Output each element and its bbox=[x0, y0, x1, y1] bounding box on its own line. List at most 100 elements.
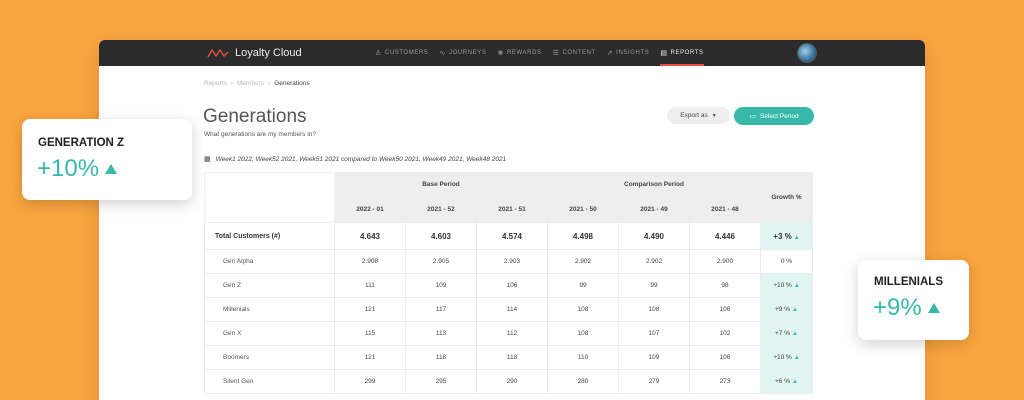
document-icon: ☰ bbox=[552, 50, 560, 57]
breadcrumb-reports[interactable]: Reports bbox=[204, 80, 227, 87]
table-cell: 110 bbox=[547, 345, 619, 370]
table-row: Millenials 121 117 114 108 108 106 +9 % ▲ bbox=[204, 297, 813, 322]
card-value: +10% bbox=[37, 155, 118, 183]
row-label: Gen Z bbox=[204, 273, 335, 298]
column-header[interactable]: 2021 - 52 bbox=[405, 196, 477, 223]
table-cell: 113 bbox=[405, 321, 477, 346]
column-header[interactable]: 2021 - 49 bbox=[618, 196, 690, 223]
up-arrow-icon: ▲ bbox=[792, 379, 798, 385]
caret-down-icon: ▼ bbox=[711, 112, 717, 119]
nav-item-content[interactable]: ☰ CONTENT bbox=[553, 40, 596, 66]
export-label: Export as bbox=[680, 112, 708, 119]
table-cell: 118 bbox=[405, 345, 477, 370]
column-header[interactable]: 2021 - 48 bbox=[689, 196, 761, 223]
growth-cell: +3 % ▲ bbox=[760, 222, 813, 250]
period-text: Week1 2022, Week52 2021, Week51 2021 com… bbox=[215, 155, 507, 163]
period-description: ▦ Week1 2022, Week52 2021, Week51 2021 c… bbox=[204, 155, 507, 164]
table-cell: 109 bbox=[618, 345, 690, 370]
growth-value: +6 % bbox=[775, 378, 791, 385]
breadcrumb: Reports › Members › Generations bbox=[204, 80, 310, 87]
growth-cell: +10 % ▲ bbox=[760, 273, 813, 298]
main-nav: ♙ CUSTOMERS ∿ JOURNEYS ❀ REWARDS ☰ CONTENT ↗ INSI… bbox=[375, 40, 704, 66]
growth-cell: 0 % bbox=[760, 249, 813, 274]
card-value-text: +9% bbox=[873, 294, 922, 321]
select-period-button[interactable]: ▭ Select Period bbox=[734, 107, 814, 125]
comparison-period-header: Comparison Period bbox=[547, 172, 761, 197]
table-cell: 99 bbox=[547, 273, 619, 298]
nav-item-insights[interactable]: ↗ INSIGHTS bbox=[607, 40, 650, 66]
table-row: Gen X 115 113 112 108 107 102 +7 % ▲ bbox=[204, 321, 813, 346]
nav-item-rewards[interactable]: ❀ REWARDS bbox=[497, 40, 541, 66]
table-cell: 290 bbox=[476, 369, 548, 394]
nav-item-reports[interactable]: ▤ REPORTS bbox=[660, 40, 704, 66]
card-value-text: +10% bbox=[37, 155, 100, 182]
up-arrow-icon: ▲ bbox=[792, 307, 798, 313]
table-cell: 114 bbox=[476, 297, 548, 322]
table-cell: 106 bbox=[689, 297, 761, 322]
table-cell: 273 bbox=[689, 369, 761, 394]
top-bar: Loyalty Cloud ♙ CUSTOMERS ∿ JOURNEYS ❀ REWARD… bbox=[99, 40, 925, 66]
row-label: Gen Alpha bbox=[204, 249, 335, 274]
table-cell: 4.603 bbox=[405, 222, 477, 250]
table-cell: 2.900 bbox=[689, 249, 761, 274]
growth-header: Growth % bbox=[760, 172, 813, 223]
export-button[interactable]: Export as ▼ bbox=[667, 107, 730, 124]
nav-item-label: REWARDS bbox=[506, 50, 542, 56]
up-arrow-icon: ▲ bbox=[793, 283, 800, 289]
nav-item-journeys[interactable]: ∿ JOURNEYS bbox=[440, 40, 487, 66]
table-cell: 99 bbox=[618, 273, 690, 298]
table-cell: 118 bbox=[476, 345, 548, 370]
table-cell: 107 bbox=[618, 321, 690, 346]
table-cell: 98 bbox=[689, 273, 761, 298]
table-row: Gen Z 111 109 106 99 99 98 +10 % ▲ bbox=[204, 273, 813, 298]
growth-cell: +7 % ▲ bbox=[760, 321, 813, 346]
main-content: Reports › Members › Generations Generati… bbox=[99, 66, 925, 400]
table-row: Gen Alpha 2.908 2.905 2.903 2.902 2.902 2.900 0… bbox=[204, 249, 813, 274]
up-arrow-icon bbox=[927, 303, 940, 313]
table-cell: 2.902 bbox=[547, 249, 619, 274]
table-cell: 4.498 bbox=[547, 222, 619, 250]
pulse-icon: ∿ bbox=[439, 50, 446, 57]
app-logo[interactable]: Loyalty Cloud bbox=[207, 40, 302, 66]
growth-value: 0 % bbox=[780, 258, 793, 265]
avatar[interactable] bbox=[797, 43, 817, 63]
table-cell: 115 bbox=[334, 321, 406, 346]
table-cell: 121 bbox=[334, 345, 406, 370]
table-cell: 109 bbox=[405, 273, 477, 298]
user-icon: ♙ bbox=[375, 50, 382, 57]
breadcrumb-members[interactable]: Members bbox=[237, 80, 264, 87]
table-row: Boomers 121 118 118 110 109 106 +10 % ▲ bbox=[204, 345, 813, 370]
row-label: Boomers bbox=[204, 345, 335, 370]
card-title: GENERATION Z bbox=[38, 137, 125, 149]
column-header[interactable]: 2022 - 01 bbox=[334, 196, 406, 223]
table-cell: 4.643 bbox=[334, 222, 406, 250]
nav-item-customers[interactable]: ♙ CUSTOMERS bbox=[375, 40, 429, 66]
row-label: Total Customers (#) bbox=[204, 222, 335, 250]
table-row: Total Customers (#) 4.643 4.603 4.574 4.498 4… bbox=[204, 222, 813, 250]
page-title: Generations bbox=[203, 106, 307, 127]
table-cell: 2.908 bbox=[334, 249, 406, 274]
card-value: +9% bbox=[873, 294, 940, 322]
growth-value: +10 % bbox=[773, 354, 792, 361]
column-header[interactable]: 2021 - 51 bbox=[476, 196, 548, 223]
table-cell: 121 bbox=[334, 297, 406, 322]
table-cell: 108 bbox=[618, 297, 690, 322]
calendar-icon: ▭ bbox=[749, 113, 756, 120]
calendar-icon: ▦ bbox=[204, 156, 211, 163]
generations-table: Base Period Comparison Period Growth % 2… bbox=[204, 172, 813, 394]
app-window: Loyalty Cloud ♙ CUSTOMERS ∿ JOURNEYS ❀ REWARD… bbox=[99, 40, 925, 400]
breadcrumb-current: Generations bbox=[274, 80, 310, 87]
nav-item-label: CONTENT bbox=[562, 50, 596, 56]
up-arrow-icon: ▲ bbox=[793, 355, 800, 361]
up-arrow-icon: ▲ bbox=[793, 234, 800, 241]
up-arrow-icon: ▲ bbox=[792, 331, 798, 337]
growth-cell: +6 % ▲ bbox=[760, 369, 813, 394]
growth-value: +9 % bbox=[775, 306, 791, 313]
table-cell: 111 bbox=[334, 273, 406, 298]
table-cell: 106 bbox=[689, 345, 761, 370]
nav-item-label: REPORTS bbox=[670, 50, 704, 56]
column-header[interactable]: 2021 - 50 bbox=[547, 196, 619, 223]
growth-value: +7 % bbox=[775, 330, 791, 337]
table-cell: 106 bbox=[476, 273, 548, 298]
up-arrow-icon bbox=[105, 164, 118, 174]
